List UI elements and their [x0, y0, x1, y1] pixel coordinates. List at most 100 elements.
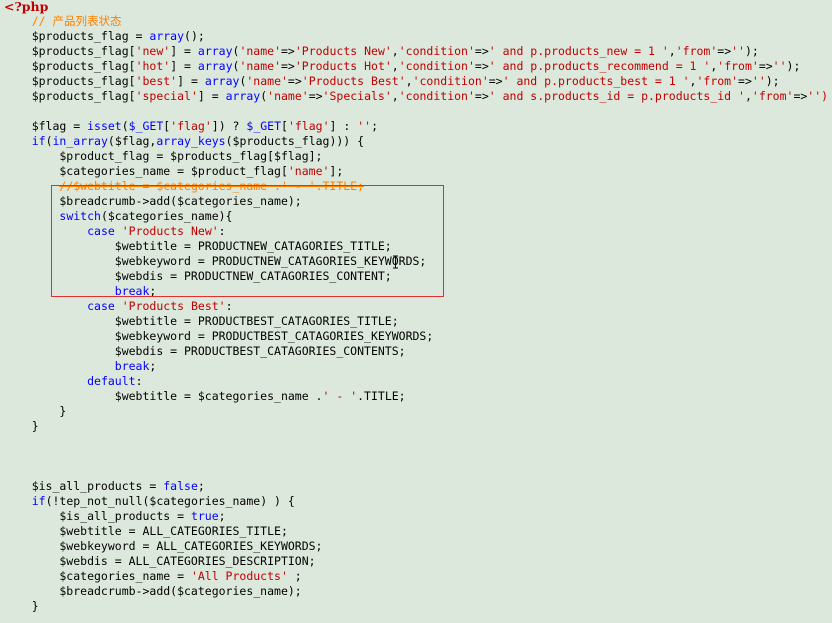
code-line[interactable]: $webkeyword = ALL_CATEGORIES_KEYWORDS;	[4, 539, 832, 554]
code-token: $breadcrumb->add($categories_name);	[4, 584, 302, 598]
code-line[interactable]: $breadcrumb->add($categories_name);	[4, 194, 832, 209]
code-line[interactable]: }	[4, 404, 832, 419]
code-token: 'Products New'	[121, 224, 219, 238]
code-token: ] =	[170, 59, 198, 73]
code-line[interactable]: $is_all_products = false;	[4, 479, 832, 494]
code-token: :	[225, 299, 233, 313]
code-line[interactable]: case 'Products New':	[4, 224, 832, 239]
code-token: array_keys	[156, 134, 226, 148]
code-token: default	[87, 374, 136, 388]
code-token: 'new'	[135, 44, 171, 58]
code-line[interactable]: // 产品列表状态	[4, 14, 832, 29]
code-token: if	[31, 134, 46, 148]
code-token: =>	[758, 59, 773, 73]
code-token: true	[190, 509, 219, 523]
code-line[interactable]: $products_flag['best'] = array('name'=>'…	[4, 74, 832, 89]
code-token: :	[135, 374, 143, 388]
code-line[interactable]: //$webtitle = $categories_name .' - '.TI…	[4, 179, 832, 194]
code-line[interactable]: $webkeyword = PRODUCTNEW_CATAGORIES_KEYW…	[4, 254, 832, 269]
code-line[interactable]	[4, 464, 832, 479]
code-token: ] =	[170, 44, 198, 58]
code-token: [	[281, 119, 288, 133]
code-line[interactable]: $webkeyword = PRODUCTBEST_CATAGORIES_KEY…	[4, 329, 832, 344]
code-editor[interactable]: <?php // 产品列表状态 $products_flag = array()…	[4, 0, 832, 614]
code-token: 'Products New'	[294, 44, 392, 58]
code-line[interactable]	[4, 104, 832, 119]
code-line[interactable]: $webtitle = PRODUCTBEST_CATAGORIES_TITLE…	[4, 314, 832, 329]
code-token: 'All Products'	[190, 569, 288, 583]
code-token: <?php	[4, 0, 49, 14]
code-token: ,	[391, 59, 399, 73]
code-line[interactable]: default:	[4, 374, 832, 389]
code-token: ] =	[177, 74, 205, 88]
code-token: (	[121, 119, 129, 133]
code-line[interactable]: $webtitle = ALL_CATEGORIES_TITLE;	[4, 524, 832, 539]
code-token: );	[744, 44, 759, 58]
code-token: $products_flag[	[4, 89, 136, 103]
code-token: ''	[357, 119, 372, 133]
code-token: ]) ?	[211, 119, 247, 133]
code-token: =>	[738, 74, 752, 88]
code-token: ''	[731, 44, 745, 58]
code-line[interactable]: }	[4, 419, 832, 434]
code-token: =>	[281, 44, 295, 58]
code-token: if	[31, 494, 46, 508]
code-line[interactable]: switch($categories_name){	[4, 209, 832, 224]
code-line[interactable]: if(!tep_not_null($categories_name) ) {	[4, 494, 832, 509]
code-token: ($categories_name){	[100, 209, 233, 223]
code-line[interactable]: case 'Products Best':	[4, 299, 832, 314]
code-token: array	[204, 74, 240, 88]
code-line[interactable]: $webdis = PRODUCTBEST_CATAGORIES_CONTENT…	[4, 344, 832, 359]
code-token: ,	[391, 44, 399, 58]
code-token: ' and p.products_best = 1 '	[502, 74, 690, 88]
code-token: 'Products Best'	[121, 299, 226, 313]
code-token: ;	[287, 569, 302, 583]
code-token: 'condition'	[398, 59, 475, 73]
code-token: ;	[149, 284, 157, 298]
code-token: array	[197, 59, 233, 73]
code-line[interactable]: <?php	[4, 0, 832, 14]
code-line[interactable]: break;	[4, 359, 832, 374]
code-token: 'best'	[135, 74, 178, 88]
code-token: ($products_flag))) {	[225, 134, 365, 148]
code-line[interactable]: $products_flag['hot'] = array('name'=>'P…	[4, 59, 832, 74]
code-token: $webdis = PRODUCTNEW_CATAGORIES_CONTENT;	[4, 269, 392, 283]
code-token: ;	[149, 359, 157, 373]
code-token: 'name'	[287, 164, 330, 178]
code-line[interactable]: $flag = isset($_GET['flag']) ? $_GET['fl…	[4, 119, 832, 134]
code-token: 'name'	[239, 59, 281, 73]
code-line[interactable]: $webtitle = PRODUCTNEW_CATAGORIES_TITLE;	[4, 239, 832, 254]
code-line[interactable]: $breadcrumb->add($categories_name);	[4, 584, 832, 599]
code-line[interactable]: $categories_name = $product_flag['name']…	[4, 164, 832, 179]
code-token: (	[45, 134, 53, 148]
code-line[interactable]: $webdis = PRODUCTNEW_CATAGORIES_CONTENT;	[4, 269, 832, 284]
code-line[interactable]: $webdis = ALL_CATEGORIES_DESCRIPTION;	[4, 554, 832, 569]
text-cursor-icon	[393, 255, 398, 269]
code-token: ;	[218, 509, 226, 523]
code-line[interactable]: $products_flag['new'] = array('name'=>'P…	[4, 44, 832, 59]
code-token: $breadcrumb->add($categories_name);	[4, 194, 302, 208]
code-line[interactable]: }	[4, 599, 832, 614]
code-line[interactable]: $products_flag = array();	[4, 29, 832, 44]
code-line[interactable]: $webtitle = $categories_name .' - '.TITL…	[4, 389, 832, 404]
code-token: $webkeyword = PRODUCTNEW_CATAGORIES_KEYW…	[4, 254, 427, 268]
code-line[interactable]	[4, 449, 832, 464]
code-line[interactable]: if(in_array($flag,array_keys($products_f…	[4, 134, 832, 149]
code-token: 'condition'	[398, 44, 475, 58]
code-line[interactable]: $products_flag['special'] = array('name'…	[4, 89, 832, 104]
code-token: =>	[474, 89, 489, 103]
code-line[interactable]	[4, 434, 832, 449]
code-line[interactable]: break;	[4, 284, 832, 299]
code-line[interactable]: $is_all_products = true;	[4, 509, 832, 524]
code-line[interactable]: $categories_name = 'All Products' ;	[4, 569, 832, 584]
code-token: switch	[59, 209, 101, 223]
code-token: ,	[405, 74, 413, 88]
code-line[interactable]: $product_flag = $products_flag[$flag];	[4, 149, 832, 164]
code-token: ' and s.products_id = p.products_id '	[488, 89, 745, 103]
code-token: // 产品列表状态	[31, 14, 122, 28]
code-token: $is_all_products =	[4, 479, 164, 493]
code-token: }	[4, 419, 39, 433]
code-token: 'special'	[135, 89, 198, 103]
